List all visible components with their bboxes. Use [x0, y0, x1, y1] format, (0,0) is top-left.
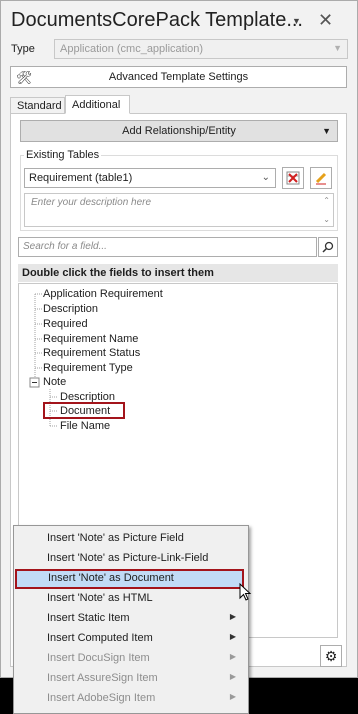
tree-node[interactable]: Requirement Status — [43, 347, 140, 359]
advanced-button-label: Advanced Template Settings — [108, 71, 249, 83]
menu-item-assuresign: Insert AssureSign Item ▶ — [14, 669, 248, 689]
chevron-down-icon: ▼ — [333, 43, 342, 53]
menu-item-as-document[interactable]: Insert 'Note' as Document — [15, 569, 244, 589]
tree-node-note[interactable]: Note — [43, 376, 66, 388]
scroll-up-icon[interactable]: ⌃ — [323, 196, 330, 205]
tree-node[interactable]: File Name — [60, 420, 110, 432]
tab-standard[interactable]: Standard — [10, 97, 65, 114]
search-button[interactable] — [318, 237, 338, 257]
pin-dropdown-icon[interactable]: ▼ — [292, 16, 301, 26]
description-input[interactable]: Enter your description here ⌃ ⌄ — [24, 193, 334, 227]
type-select[interactable]: Application (cmc_application) ▼ — [54, 39, 348, 59]
menu-item-picture-field[interactable]: Insert 'Note' as Picture Field — [14, 529, 248, 549]
insert-hint: Double click the fields to insert them — [18, 264, 338, 282]
menu-item-label: Insert Computed Item — [47, 632, 153, 644]
gear-icon: ⚙ — [324, 648, 338, 664]
dropdown-arrow-icon: ▼ — [322, 126, 331, 136]
add-relationship-label: Add Relationship/Entity — [122, 125, 236, 137]
pencil-icon — [315, 172, 327, 185]
menu-item-static-item[interactable]: Insert Static Item ▶ — [14, 609, 248, 629]
table-select-value: Requirement (table1) — [29, 172, 133, 184]
delete-table-button[interactable] — [282, 167, 304, 189]
menu-item-as-html[interactable]: Insert 'Note' as HTML — [14, 589, 248, 609]
type-value: Application (cmc_application) — [60, 43, 204, 55]
delete-table-icon — [286, 171, 300, 185]
tree-node[interactable]: Requirement Name — [43, 333, 138, 345]
field-search-input[interactable]: Search for a field... — [18, 237, 317, 257]
tree-node[interactable]: Required — [43, 318, 88, 330]
settings-button[interactable]: ⚙ — [320, 645, 342, 667]
tree-node[interactable]: Requirement Type — [43, 362, 133, 374]
menu-item-label: Insert Static Item — [47, 612, 130, 624]
table-select[interactable]: Requirement (table1) ⌄ — [24, 168, 276, 188]
context-menu: Insert 'Note' as Picture Field Insert 'N… — [13, 525, 249, 714]
menu-item-label: Insert AdobeSign Item — [47, 692, 156, 704]
submenu-arrow-icon: ▶ — [229, 652, 236, 661]
submenu-arrow-icon: ▶ — [229, 672, 236, 681]
menu-item-docusign: Insert DocuSign Item ▶ — [14, 649, 248, 669]
submenu-arrow-icon: ▶ — [229, 632, 236, 641]
description-placeholder: Enter your description here — [31, 197, 152, 208]
document-highlight-box — [43, 402, 125, 419]
chevron-down-icon: ⌄ — [261, 172, 270, 183]
pane-title: DocumentsCorePack Template... — [11, 9, 303, 31]
close-icon[interactable]: ✕ — [318, 10, 333, 31]
existing-tables-label: Existing Tables — [24, 149, 102, 161]
menu-item-label: Insert DocuSign Item — [47, 652, 150, 664]
menu-item-adobesign: Insert AdobeSign Item ▶ — [14, 689, 248, 709]
edit-table-button[interactable] — [310, 167, 332, 189]
mouse-cursor-icon — [239, 583, 252, 601]
scroll-down-icon[interactable]: ⌄ — [323, 215, 330, 224]
menu-item-computed-item[interactable]: Insert Computed Item ▶ — [14, 629, 248, 649]
search-placeholder: Search for a field... — [23, 241, 107, 252]
menu-item-label: Insert AssureSign Item — [47, 672, 158, 684]
search-icon — [322, 241, 334, 253]
submenu-arrow-icon: ▶ — [229, 612, 236, 621]
tools-icon: 🛠 — [16, 70, 33, 85]
tab-additional[interactable]: Additional — [65, 95, 130, 114]
tree-node[interactable]: Description — [43, 303, 98, 315]
add-relationship-button[interactable]: Add Relationship/Entity ▼ — [20, 120, 338, 142]
menu-item-picture-link-field[interactable]: Insert 'Note' as Picture-Link-Field — [14, 549, 248, 569]
tree-node[interactable]: Application Requirement — [43, 288, 163, 300]
type-label: Type — [11, 43, 35, 55]
submenu-arrow-icon: ▶ — [229, 692, 236, 701]
advanced-template-settings-button[interactable]: 🛠 Advanced Template Settings — [10, 66, 347, 88]
